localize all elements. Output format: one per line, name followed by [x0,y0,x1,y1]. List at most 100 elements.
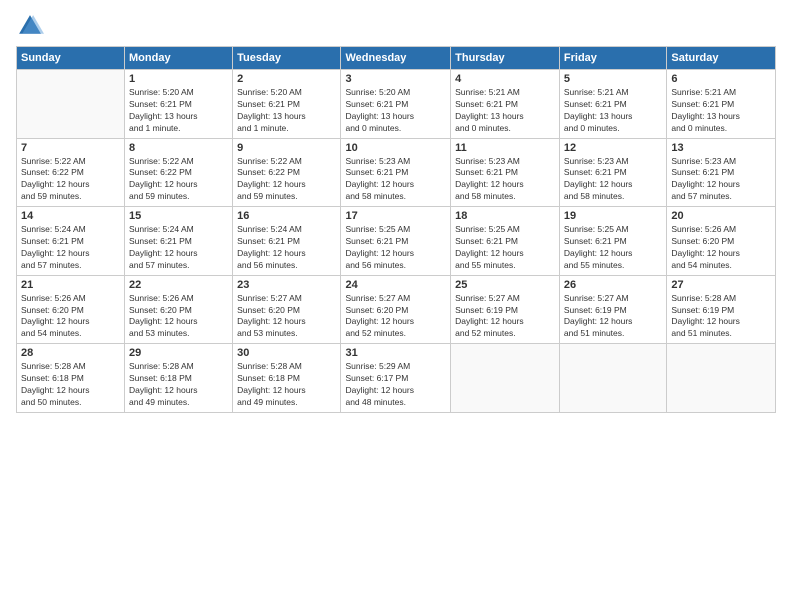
day-info: Sunrise: 5:21 AMSunset: 6:21 PMDaylight:… [671,87,771,135]
day-number: 11 [455,142,555,154]
calendar-cell: 31 Sunrise: 5:29 AMSunset: 6:17 PMDayligh… [341,344,451,413]
calendar-cell: 13 Sunrise: 5:23 AMSunset: 6:21 PMDayligh… [667,138,776,207]
logo [16,12,48,40]
header [16,12,776,40]
calendar-cell: 1 Sunrise: 5:20 AMSunset: 6:21 PMDaylight… [125,70,233,139]
day-info: Sunrise: 5:24 AMSunset: 6:21 PMDaylight:… [21,224,120,272]
calendar-cell: 15 Sunrise: 5:24 AMSunset: 6:21 PMDayligh… [125,207,233,276]
calendar-cell: 25 Sunrise: 5:27 AMSunset: 6:19 PMDayligh… [451,275,560,344]
calendar-cell: 9 Sunrise: 5:22 AMSunset: 6:22 PMDaylight… [233,138,341,207]
day-number: 26 [564,279,662,291]
day-number: 6 [671,73,771,85]
day-info: Sunrise: 5:24 AMSunset: 6:21 PMDaylight:… [237,224,336,272]
day-info: Sunrise: 5:25 AMSunset: 6:21 PMDaylight:… [455,224,555,272]
day-number: 23 [237,279,336,291]
day-info: Sunrise: 5:25 AMSunset: 6:21 PMDaylight:… [564,224,662,272]
day-number: 31 [345,347,446,359]
calendar-cell: 27 Sunrise: 5:28 AMSunset: 6:19 PMDayligh… [667,275,776,344]
logo-icon [16,12,44,40]
calendar-cell [559,344,666,413]
day-number: 27 [671,279,771,291]
day-info: Sunrise: 5:28 AMSunset: 6:18 PMDaylight:… [129,361,228,409]
calendar-cell: 28 Sunrise: 5:28 AMSunset: 6:18 PMDayligh… [17,344,125,413]
calendar-week-row: 28 Sunrise: 5:28 AMSunset: 6:18 PMDayligh… [17,344,776,413]
calendar-week-row: 21 Sunrise: 5:26 AMSunset: 6:20 PMDayligh… [17,275,776,344]
calendar-cell: 30Sunrise: 5:28 AMSunset: 6:18 PMDayligh… [233,344,341,413]
day-info: Sunrise: 5:28 AMSunset: 6:19 PMDaylight:… [671,293,771,341]
calendar-cell: 18 Sunrise: 5:25 AMSunset: 6:21 PMDayligh… [451,207,560,276]
day-number: 20 [671,210,771,222]
weekday-header: Friday [559,47,666,70]
day-number: 25 [455,279,555,291]
day-number: 9 [237,142,336,154]
day-number: 4 [455,73,555,85]
calendar-cell: 7 Sunrise: 5:22 AMSunset: 6:22 PMDaylight… [17,138,125,207]
calendar-cell: 10 Sunrise: 5:23 AMSunset: 6:21 PMDayligh… [341,138,451,207]
day-info: Sunrise: 5:27 AMSunset: 6:20 PMDaylight:… [237,293,336,341]
day-info: Sunrise: 5:22 AMSunset: 6:22 PMDaylight:… [237,156,336,204]
day-number: 17 [345,210,446,222]
day-number: 15 [129,210,228,222]
calendar-table: SundayMondayTuesdayWednesdayThursdayFrid… [16,46,776,413]
day-info: Sunrise: 5:26 AMSunset: 6:20 PMDaylight:… [21,293,120,341]
calendar-cell: 17 Sunrise: 5:25 AMSunset: 6:21 PMDayligh… [341,207,451,276]
calendar-cell: 20 Sunrise: 5:26 AMSunset: 6:20 PMDayligh… [667,207,776,276]
day-info: Sunrise: 5:23 AMSunset: 6:21 PMDaylight:… [671,156,771,204]
day-number: 8 [129,142,228,154]
day-info: Sunrise: 5:24 AMSunset: 6:21 PMDaylight:… [129,224,228,272]
day-number: 7 [21,142,120,154]
day-number: 18 [455,210,555,222]
calendar-cell [17,70,125,139]
calendar-week-row: 7 Sunrise: 5:22 AMSunset: 6:22 PMDaylight… [17,138,776,207]
day-info: Sunrise: 5:22 AMSunset: 6:22 PMDaylight:… [129,156,228,204]
calendar-cell: 5 Sunrise: 5:21 AMSunset: 6:21 PMDaylight… [559,70,666,139]
day-info: Sunrise: 5:22 AMSunset: 6:22 PMDaylight:… [21,156,120,204]
day-number: 12 [564,142,662,154]
day-info: Sunrise: 5:20 AMSunset: 6:21 PMDaylight:… [237,87,336,135]
calendar-week-row: 14Sunrise: 5:24 AMSunset: 6:21 PMDayligh… [17,207,776,276]
day-info: Sunrise: 5:20 AMSunset: 6:21 PMDaylight:… [129,87,228,135]
calendar-cell: 12Sunrise: 5:23 AMSunset: 6:21 PMDayligh… [559,138,666,207]
day-info: Sunrise: 5:21 AMSunset: 6:21 PMDaylight:… [455,87,555,135]
day-number: 19 [564,210,662,222]
calendar-cell: 8 Sunrise: 5:22 AMSunset: 6:22 PMDaylight… [125,138,233,207]
day-info: Sunrise: 5:27 AMSunset: 6:19 PMDaylight:… [455,293,555,341]
weekday-header: Wednesday [341,47,451,70]
day-number: 1 [129,73,228,85]
weekday-header: Tuesday [233,47,341,70]
day-info: Sunrise: 5:23 AMSunset: 6:21 PMDaylight:… [455,156,555,204]
day-info: Sunrise: 5:21 AMSunset: 6:21 PMDaylight:… [564,87,662,135]
day-info: Sunrise: 5:25 AMSunset: 6:21 PMDaylight:… [345,224,446,272]
day-number: 21 [21,279,120,291]
day-number: 29 [129,347,228,359]
calendar-cell [451,344,560,413]
weekday-header: Monday [125,47,233,70]
day-info: Sunrise: 5:28 AMSunset: 6:18 PMDaylight:… [21,361,120,409]
calendar-cell: 3Sunrise: 5:20 AMSunset: 6:21 PMDaylight… [341,70,451,139]
day-number: 5 [564,73,662,85]
calendar-cell: 14Sunrise: 5:24 AMSunset: 6:21 PMDayligh… [17,207,125,276]
day-info: Sunrise: 5:26 AMSunset: 6:20 PMDaylight:… [129,293,228,341]
calendar-cell: 6 Sunrise: 5:21 AMSunset: 6:21 PMDaylight… [667,70,776,139]
day-info: Sunrise: 5:27 AMSunset: 6:19 PMDaylight:… [564,293,662,341]
day-info: Sunrise: 5:27 AMSunset: 6:20 PMDaylight:… [345,293,446,341]
weekday-header: Thursday [451,47,560,70]
day-info: Sunrise: 5:23 AMSunset: 6:21 PMDaylight:… [345,156,446,204]
day-number: 24 [345,279,446,291]
calendar-cell: 23 Sunrise: 5:27 AMSunset: 6:20 PMDayligh… [233,275,341,344]
calendar-cell: 26 Sunrise: 5:27 AMSunset: 6:19 PMDayligh… [559,275,666,344]
calendar-cell: 4 Sunrise: 5:21 AMSunset: 6:21 PMDaylight… [451,70,560,139]
day-number: 28 [21,347,120,359]
calendar-cell: 19 Sunrise: 5:25 AMSunset: 6:21 PMDayligh… [559,207,666,276]
day-number: 30 [237,347,336,359]
calendar-cell: 21 Sunrise: 5:26 AMSunset: 6:20 PMDayligh… [17,275,125,344]
calendar-cell: 16 Sunrise: 5:24 AMSunset: 6:21 PMDayligh… [233,207,341,276]
day-number: 16 [237,210,336,222]
calendar-cell: 2Sunrise: 5:20 AMSunset: 6:21 PMDaylight… [233,70,341,139]
day-info: Sunrise: 5:26 AMSunset: 6:20 PMDaylight:… [671,224,771,272]
page: SundayMondayTuesdayWednesdayThursdayFrid… [0,0,792,612]
day-number: 13 [671,142,771,154]
day-number: 22 [129,279,228,291]
day-number: 10 [345,142,446,154]
day-info: Sunrise: 5:29 AMSunset: 6:17 PMDaylight:… [345,361,446,409]
